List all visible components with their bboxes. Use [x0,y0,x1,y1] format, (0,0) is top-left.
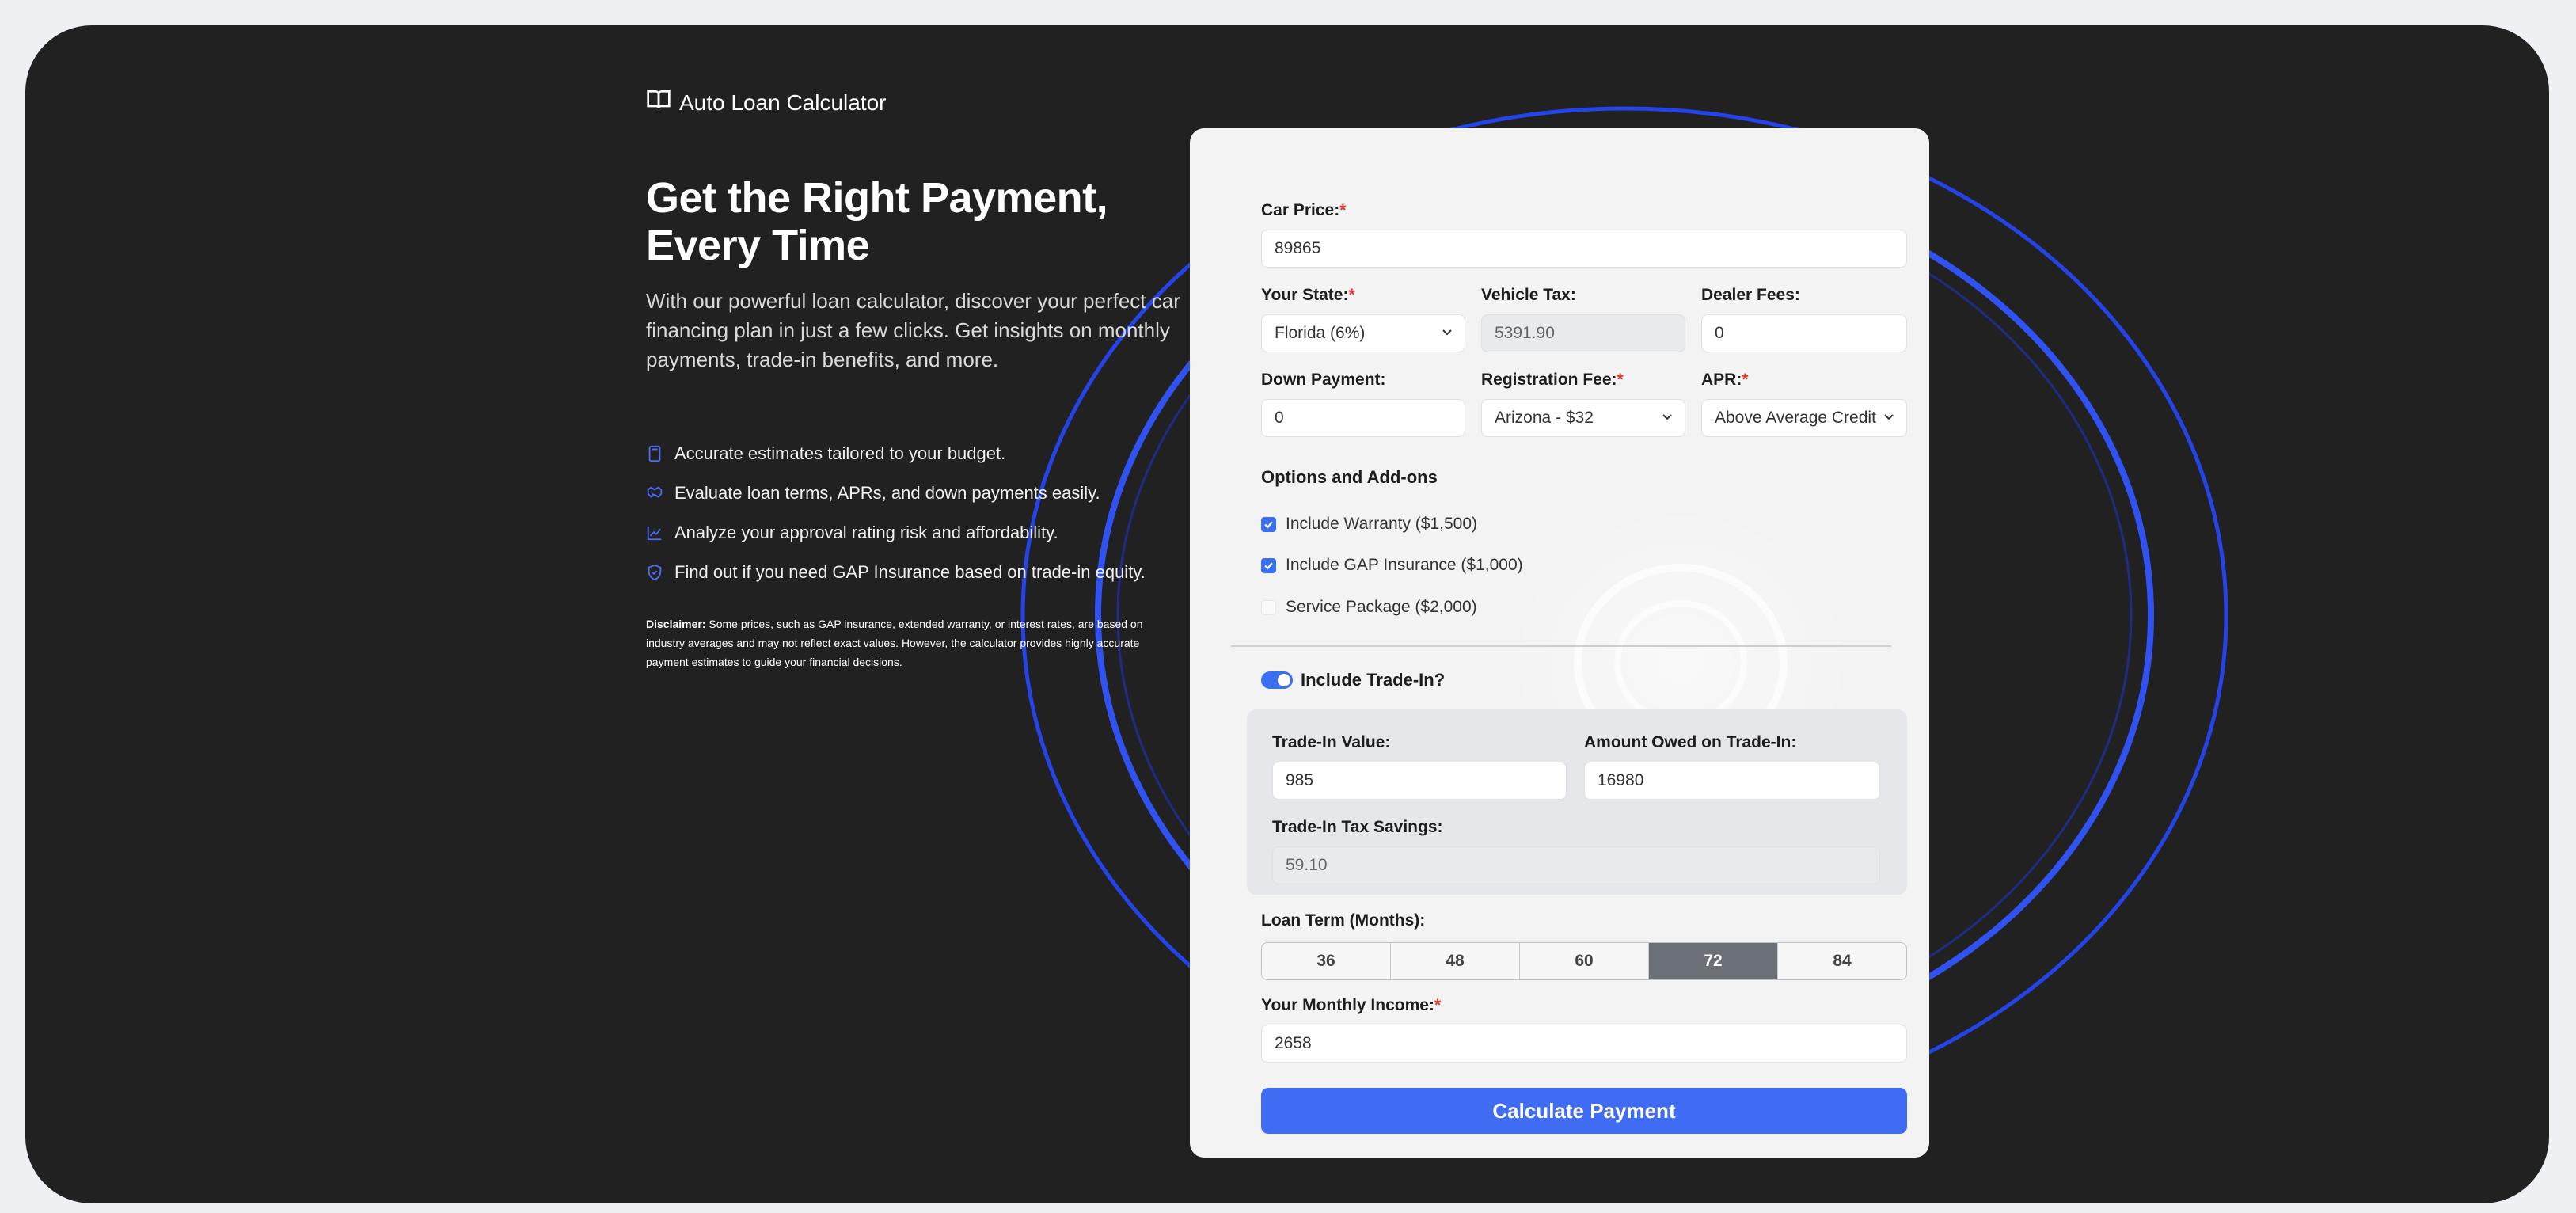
monthly-income-label-text: Your Monthly Income: [1261,996,1434,1014]
disclaimer-text: Some prices, such as GAP insurance, exte… [646,618,1143,668]
required-mark: * [1742,371,1749,389]
page-title-line1: Get the Right Payment, [646,174,1108,222]
apr-select[interactable]: Above Average Credit [1701,399,1907,437]
checkbox-unchecked-icon[interactable] [1261,599,1276,615]
feature-item: Accurate estimates tailored to your budg… [646,434,1216,473]
page-title-line2: Every Time [646,222,870,269]
warranty-checkbox[interactable]: Include Warranty ($1,500) [1261,515,1477,534]
required-mark: * [1348,286,1355,304]
loan-term-selector: 36 48 60 72 84 [1261,942,1907,980]
calculator-form: Car Price:* 89865 Your State:* Florida (… [1190,128,1929,1158]
trade-in-value-label: Trade-In Value: [1272,733,1391,751]
shield-check-icon [646,564,663,581]
vehicle-tax-field: 5391.90 [1481,314,1685,352]
brand: Auto Loan Calculator [646,87,887,118]
divider [1231,645,1891,647]
chevron-down-icon [1883,409,1895,428]
car-price-label: Car Price:* [1261,201,1346,220]
apr-select-value: Above Average Credit [1715,409,1876,427]
calculator-icon [646,445,663,462]
registration-fee-label: Registration Fee:* [1481,371,1624,390]
loan-term-option[interactable]: 60 [1520,943,1649,979]
required-mark: * [1617,371,1624,389]
page-title: Get the Right Payment, Every Time [646,174,1200,269]
checkbox-checked-icon[interactable] [1261,557,1276,573]
trade-in-value-input[interactable]: 985 [1272,762,1567,800]
disclaimer: Disclaimer: Some prices, such as GAP ins… [646,614,1176,671]
monthly-income-label: Your Monthly Income:* [1261,996,1441,1015]
amount-owed-input[interactable]: 16980 [1584,762,1880,800]
feature-text: Evaluate loan terms, APRs, and down paym… [674,483,1100,503]
car-price-input[interactable]: 89865 [1261,230,1907,268]
dealer-fees-label: Dealer Fees: [1701,286,1800,304]
trade-in-tax-savings-field: 59.10 [1272,846,1880,884]
apr-label-text: APR: [1701,371,1742,389]
apr-label: APR:* [1701,371,1749,390]
hero-frame: Auto Loan Calculator Get the Right Payme… [25,25,2549,1203]
dealer-fees-input[interactable]: 0 [1701,314,1907,352]
service-package-label: Service Package ($2,000) [1286,598,1477,616]
required-mark: * [1339,201,1347,219]
registration-fee-value: Arizona - $32 [1495,409,1594,427]
open-book-icon [646,87,671,118]
feature-item: Find out if you need GAP Insurance based… [646,553,1216,592]
state-select-value: Florida (6%) [1275,324,1366,342]
down-payment-input[interactable]: 0 [1261,399,1465,437]
feature-item: Analyze your approval rating risk and af… [646,513,1216,553]
chevron-down-icon [1661,409,1674,428]
chevron-down-icon [1441,324,1453,343]
state-label: Your State:* [1261,286,1355,305]
brand-title: Auto Loan Calculator [679,89,887,115]
trade-in-tax-savings-label: Trade-In Tax Savings: [1272,818,1443,836]
handshake-icon [646,485,663,502]
service-package-checkbox[interactable]: Service Package ($2,000) [1261,598,1477,617]
warranty-label: Include Warranty ($1,500) [1286,515,1478,533]
options-title: Options and Add-ons [1261,467,1438,487]
registration-fee-label-text: Registration Fee: [1481,371,1617,389]
trade-in-toggle[interactable] [1261,671,1293,689]
feature-text: Accurate estimates tailored to your budg… [674,443,1006,463]
loan-term-option[interactable]: 48 [1391,943,1520,979]
feature-text: Find out if you need GAP Insurance based… [674,562,1146,582]
calculate-payment-button[interactable]: Calculate Payment [1261,1088,1907,1134]
feature-text: Analyze your approval rating risk and af… [674,523,1058,542]
page-subtitle: With our powerful loan calculator, disco… [646,289,1180,371]
gap-insurance-checkbox[interactable]: Include GAP Insurance ($1,000) [1261,556,1523,575]
required-mark: * [1434,996,1442,1014]
vehicle-tax-label: Vehicle Tax: [1481,286,1576,304]
amount-owed-label: Amount Owed on Trade-In: [1584,733,1797,751]
car-price-label-text: Car Price: [1261,201,1340,219]
trend-chart-icon [646,524,663,542]
checkbox-checked-icon[interactable] [1261,516,1276,532]
state-select[interactable]: Florida (6%) [1261,314,1465,352]
feature-list: Accurate estimates tailored to your budg… [646,434,1216,592]
disclaimer-label: Disclaimer: [646,618,706,630]
state-label-text: Your State: [1261,286,1349,304]
feature-item: Evaluate loan terms, APRs, and down paym… [646,473,1216,513]
loan-term-label: Loan Term (Months): [1261,911,1426,930]
loan-term-option[interactable]: 84 [1778,943,1906,979]
trade-in-toggle-row[interactable]: Include Trade-In? [1261,670,1445,690]
registration-fee-select[interactable]: Arizona - $32 [1481,399,1685,437]
loan-term-option-selected[interactable]: 72 [1649,943,1778,979]
gap-insurance-label: Include GAP Insurance ($1,000) [1286,556,1523,574]
monthly-income-input[interactable]: 2658 [1261,1025,1907,1063]
trade-in-toggle-label: Include Trade-In? [1301,670,1446,690]
down-payment-label: Down Payment: [1261,371,1386,389]
loan-term-option[interactable]: 36 [1262,943,1391,979]
